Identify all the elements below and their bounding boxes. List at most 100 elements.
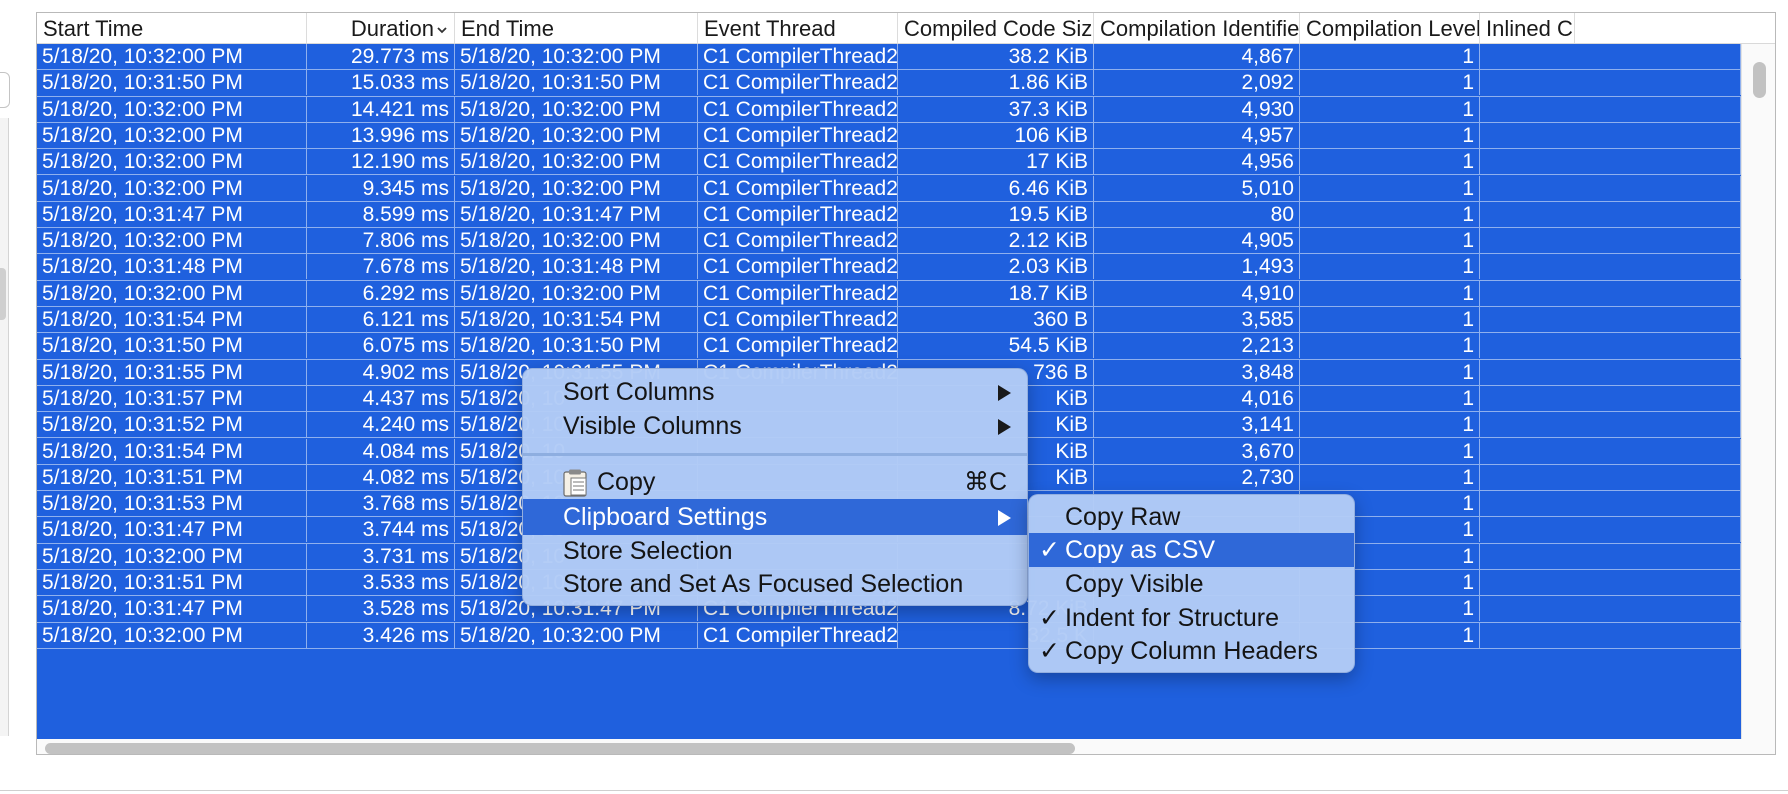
column-header-compiled-code-size[interactable]: Compiled Code Size [898,13,1094,43]
table-row[interactable]: 5/18/20, 10:32:00 PM 7.806 ms 5/18/20, 10:… [37,228,1741,255]
cell-duration: 3.768 ms [307,491,455,517]
table-row[interactable]: 5/18/20, 10:32:00 PM 3.426 ms 5/18/20, 10:… [37,622,1741,649]
cell-event-thread: C1 CompilerThread2 [698,44,898,69]
cell-start-time: 5/18/20, 10:32:00 PM [37,149,307,175]
cell-compilation-level: 1 [1300,385,1480,411]
menu-item-visible-columns[interactable]: Visible Columns [523,408,1027,444]
submenu-item-copy-visible[interactable]: Copy Visible [1029,566,1354,602]
cell-compilation-identifier: 80 [1094,201,1300,227]
menu-item-clipboard-settings[interactable]: Clipboard Settings [523,499,1027,535]
horizontal-scrollbar[interactable] [37,739,1775,754]
cell-end-time: 5/18/20, 10:32:00 PM [455,228,698,254]
cell-end-time: 5/18/20, 10:31:54 PM [455,307,698,332]
cell-compilation-identifier: 4,016 [1094,385,1300,411]
submenu-item-copy-as-csv[interactable]: ✓ Copy as CSV [1029,533,1354,567]
column-header-compilation-level[interactable]: Compilation Level [1300,13,1480,43]
table-row[interactable]: 5/18/20, 10:32:00 PM 29.773 ms 5/18/20, 10… [37,44,1741,71]
column-header-end-time[interactable]: End Time [455,13,698,43]
cell-compiled-code-size: 37.3 KiB [898,96,1094,122]
check-icon: ✓ [1039,536,1060,564]
cell-event-thread: C1 CompilerThread2 [698,254,898,280]
cell-compilation-level: 1 [1300,438,1480,464]
cell-start-time: 5/18/20, 10:31:48 PM [37,254,307,280]
cell-compilation-identifier: 3,585 [1094,307,1300,332]
menu-item-store-selection[interactable]: Store Selection [523,533,1027,569]
menu-item-copy[interactable]: Copy ⌘C [523,464,1027,500]
submenu-item-copy-column-headers[interactable]: ✓ Copy Column Headers [1029,633,1354,669]
check-icon: ✓ [1039,637,1060,665]
cell-start-time: 5/18/20, 10:31:47 PM [37,201,307,227]
cell-end-time: 5/18/20, 10:32:00 PM [455,622,698,648]
cell-duration: 15.033 ms [307,70,455,96]
left-panel-handle[interactable] [0,268,6,320]
table-row[interactable]: 5/18/20, 10:32:00 PM 12.190 ms 5/18/20, 10… [37,149,1741,176]
menu-item-store-focused-selection[interactable]: Store and Set As Focused Selection [523,566,1027,602]
cell-duration: 29.773 ms [307,44,455,69]
cell-end-time: 5/18/20, 10:32:00 PM [455,175,698,201]
cell-event-thread: C1 CompilerThread2 [698,280,898,306]
window-bottom-border [0,790,1788,791]
table-row[interactable]: 5/18/20, 10:31:48 PM 7.678 ms 5/18/20, 10:… [37,254,1741,281]
chevron-down-icon [437,27,447,34]
table-row[interactable]: 5/18/20, 10:31:50 PM 15.033 ms 5/18/20, 10… [37,70,1741,97]
column-header-duration[interactable]: Duration [307,13,455,43]
table-row[interactable]: 5/18/20, 10:31:50 PM 6.075 ms 5/18/20, 10:… [37,333,1741,360]
cell-inlined [1480,412,1741,438]
table-row[interactable]: 5/18/20, 10:32:00 PM 9.345 ms 5/18/20, 10:… [37,175,1741,202]
column-header-compilation-identifier[interactable]: Compilation Identifier [1094,13,1300,43]
cell-start-time: 5/18/20, 10:31:54 PM [37,307,307,332]
cell-compilation-identifier: 2,092 [1094,70,1300,96]
cell-inlined [1480,596,1741,622]
submenu-item-indent-for-structure[interactable]: ✓ Indent for Structure [1029,600,1354,636]
cell-duration: 4.082 ms [307,464,455,490]
cell-event-thread: C1 CompilerThread2 [698,122,898,148]
cell-inlined [1480,70,1741,96]
column-header-inlined[interactable]: Inlined C [1480,13,1575,43]
cell-end-time: 5/18/20, 10:31:48 PM [455,254,698,280]
table-row[interactable]: 5/18/20, 10:31:54 PM 6.121 ms 5/18/20, 10:… [37,307,1741,334]
cell-inlined [1480,543,1741,569]
cell-compilation-identifier: 2,213 [1094,333,1300,359]
cell-compiled-code-size: 106 KiB [898,122,1094,148]
cell-inlined [1480,385,1741,411]
cell-event-thread: C1 CompilerThread2 [698,201,898,227]
cell-duration: 3.528 ms [307,596,455,622]
cell-compilation-level: 1 [1300,280,1480,306]
cell-compilation-identifier: 4,905 [1094,228,1300,254]
cell-end-time: 5/18/20, 10:32:00 PM [455,280,698,306]
vertical-scrollbar[interactable] [1741,44,1775,739]
menu-item-sort-columns[interactable]: Sort Columns [523,374,1027,410]
cell-compilation-level: 1 [1300,201,1480,227]
cell-duration: 3.731 ms [307,543,455,569]
column-header-start-time[interactable]: Start Time [37,13,307,43]
cell-start-time: 5/18/20, 10:32:00 PM [37,175,307,201]
cell-duration: 6.292 ms [307,280,455,306]
cell-compiled-code-size: 6.46 KiB [898,175,1094,201]
cell-start-time: 5/18/20, 10:32:00 PM [37,228,307,254]
cell-compiled-code-size: 19.5 KiB [898,201,1094,227]
cell-event-thread: C1 CompilerThread2 [698,622,898,648]
vertical-scroll-thumb[interactable] [1753,62,1766,98]
menu-separator [523,453,1027,456]
cell-compilation-identifier: 3,848 [1094,359,1300,385]
table-row[interactable]: 5/18/20, 10:32:00 PM 13.996 ms 5/18/20, 10… [37,122,1741,150]
cell-end-time: 5/18/20, 10:32:00 PM [455,96,698,122]
cell-duration: 6.121 ms [307,307,455,332]
copy-shortcut: ⌘C [963,468,1007,496]
cell-compilation-identifier: 4,910 [1094,280,1300,306]
cell-start-time: 5/18/20, 10:32:00 PM [37,543,307,569]
table-row[interactable]: 5/18/20, 10:31:47 PM 8.599 ms 5/18/20, 10:… [37,201,1741,229]
column-header-event-thread[interactable]: Event Thread [698,13,898,43]
horizontal-scroll-thumb[interactable] [45,743,1075,754]
submenu-arrow-icon [998,419,1011,435]
check-icon: ✓ [1039,604,1060,632]
submenu-item-copy-raw[interactable]: Copy Raw [1029,499,1354,535]
cell-compilation-identifier: 3,670 [1094,438,1300,464]
cell-duration: 12.190 ms [307,149,455,175]
table-row[interactable]: 5/18/20, 10:32:00 PM 14.421 ms 5/18/20, 10… [37,96,1741,123]
cell-compilation-identifier: 4,930 [1094,96,1300,122]
table-row[interactable]: 5/18/20, 10:32:00 PM 6.292 ms 5/18/20, 10:… [37,280,1741,307]
cell-compilation-level: 1 [1300,359,1480,385]
cell-inlined [1480,491,1741,517]
cell-duration: 14.421 ms [307,96,455,122]
